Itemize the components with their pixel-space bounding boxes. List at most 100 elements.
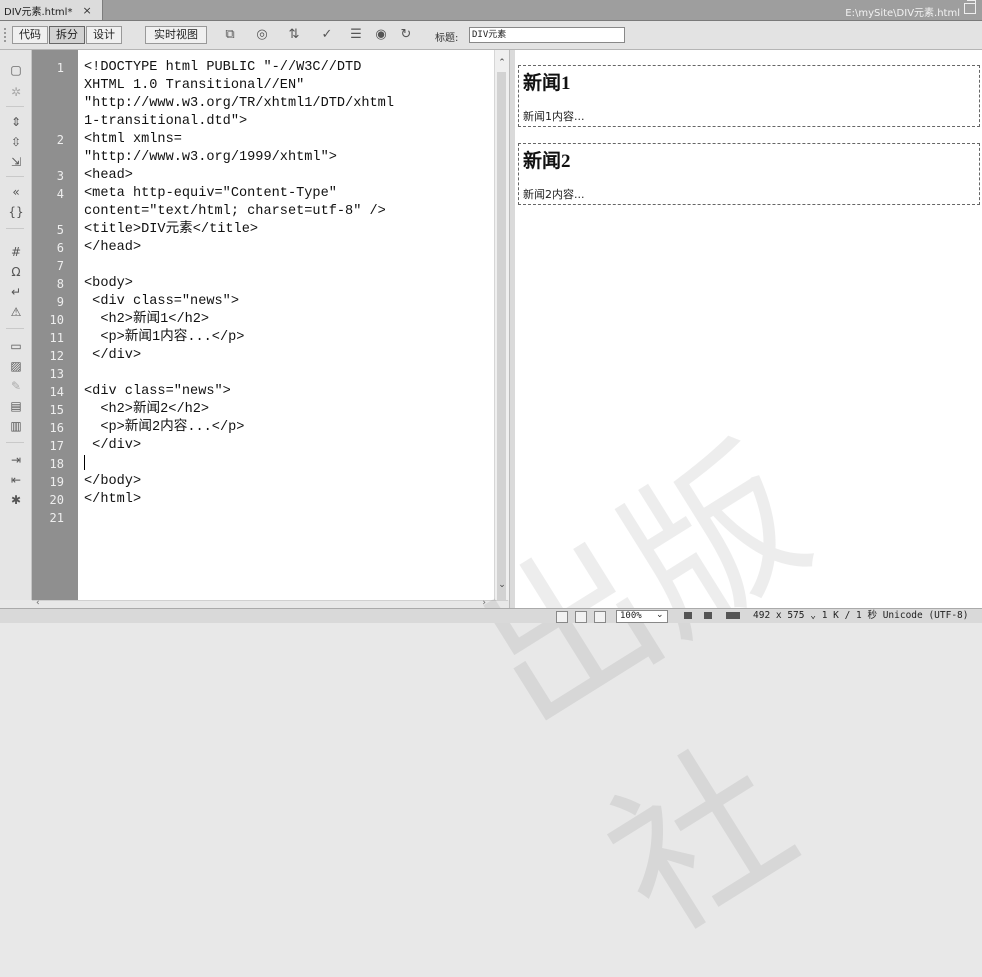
- code-line[interactable]: </div>: [84, 437, 394, 455]
- title-label: 标题:: [435, 33, 459, 44]
- syntax-error-alerts-icon[interactable]: ⚠: [8, 304, 24, 320]
- code-line[interactable]: </div>: [84, 347, 394, 365]
- balance-braces-icon[interactable]: {}: [8, 204, 24, 220]
- select-tool-icon[interactable]: [556, 611, 568, 623]
- code-line[interactable]: 1-transitional.dtd">: [84, 113, 394, 131]
- line-number: 19: [49, 475, 64, 489]
- code-line[interactable]: [84, 455, 394, 473]
- line-number: 9: [56, 295, 64, 309]
- document-toolbar: 代码 拆分 设计 实时视图 ⧉ ◎ ⇅ ✓ ☰ ◉ ↻ 标题: DIV元素: [0, 21, 982, 50]
- scroll-thumb[interactable]: [497, 72, 506, 617]
- code-line[interactable]: [84, 509, 394, 527]
- code-line[interactable]: <head>: [84, 167, 394, 185]
- zoom-tool-icon[interactable]: [594, 611, 606, 623]
- code-line[interactable]: "http://www.w3.org/TR/xhtml1/DTD/xhtml: [84, 95, 394, 113]
- indent-code-icon[interactable]: ⇥: [8, 452, 24, 468]
- live-view-button[interactable]: 实时视图: [145, 26, 207, 44]
- code-line[interactable]: <html xmlns=: [84, 131, 394, 149]
- code-line[interactable]: <!DOCTYPE html PUBLIC "-//W3C//DTD: [84, 59, 394, 77]
- window-size-chevron-icon[interactable]: ⌄: [810, 610, 816, 621]
- close-tab-icon[interactable]: ×: [82, 4, 91, 17]
- desktop-size-icon[interactable]: [726, 612, 740, 619]
- split-view-button[interactable]: 拆分: [49, 26, 85, 44]
- line-number: 11: [49, 331, 64, 345]
- show-code-navigator-icon[interactable]: ✲: [8, 84, 24, 100]
- line-number: 13: [49, 367, 64, 381]
- collapse-selection-icon[interactable]: ⇳: [8, 134, 24, 150]
- window-size[interactable]: 492 x 575: [753, 610, 804, 621]
- toolbar-divider: [6, 442, 24, 443]
- line-numbers: 1 2 3 4 5 6 7 8 9 10 11 12 13 14 15 16 17 18 19 20 21: [32, 59, 64, 527]
- wrap-tag-icon[interactable]: ✎: [8, 378, 24, 394]
- code-line[interactable]: <title>DIV元素</title>: [84, 221, 394, 239]
- remove-comment-icon[interactable]: ▨: [8, 358, 24, 374]
- code-line[interactable]: "http://www.w3.org/1999/xhtml">: [84, 149, 394, 167]
- news-div-2[interactable]: 新闻2 新闻2内容...: [518, 143, 980, 205]
- scroll-left-icon[interactable]: ‹: [36, 598, 40, 608]
- design-view-button[interactable]: 设计: [86, 26, 122, 44]
- mobile-size-icon[interactable]: [684, 612, 692, 619]
- refresh-icon[interactable]: ↻: [397, 27, 415, 42]
- collapse-tag-icon[interactable]: ⇕: [8, 114, 24, 130]
- scroll-up-icon[interactable]: ⌃: [495, 58, 509, 68]
- code-line[interactable]: content="text/html; charset=utf-8" />: [84, 203, 394, 221]
- move-css-icon[interactable]: ▥: [8, 418, 24, 434]
- coding-toolbar: ▢ ✲ ⇕ ⇳ ⇲ « {} # Ω ↵ ⚠ ▭ ▨ ✎ ▤ ▥ ⇥ ⇤ ✱: [0, 50, 32, 600]
- code-line[interactable]: <h2>新闻2</h2>: [84, 401, 394, 419]
- visual-aids-icon[interactable]: ◉: [372, 27, 390, 42]
- document-tab-name: DIV元素.html*: [4, 6, 73, 18]
- code-line[interactable]: [84, 257, 394, 275]
- code-text[interactable]: <!DOCTYPE html PUBLIC "-//W3C//DTD XHTML …: [84, 59, 394, 527]
- word-wrap-icon[interactable]: ↵: [8, 284, 24, 300]
- design-view[interactable]: [515, 50, 982, 608]
- code-vertical-scrollbar[interactable]: ⌃ ⌄: [494, 50, 509, 617]
- news-body-1: 新闻1内容...: [523, 110, 585, 123]
- toolbar-grip[interactable]: [4, 28, 9, 42]
- document-tab[interactable]: DIV元素.html* ×: [0, 0, 103, 20]
- tablet-size-icon[interactable]: [704, 612, 712, 619]
- code-line[interactable]: </html>: [84, 491, 394, 509]
- code-line[interactable]: [84, 365, 394, 383]
- code-view-button[interactable]: 代码: [12, 26, 48, 44]
- news-div-1[interactable]: 新闻1 新闻1内容...: [518, 65, 980, 127]
- code-line[interactable]: XHTML 1.0 Transitional//EN": [84, 77, 394, 95]
- highlight-invalid-code-icon[interactable]: Ω: [8, 264, 24, 280]
- file-management-icon[interactable]: ⇅: [285, 27, 303, 42]
- text-cursor: [84, 455, 85, 470]
- line-number: 15: [49, 403, 64, 417]
- code-line[interactable]: <p>新闻2内容...</p>: [84, 419, 394, 437]
- zoom-level: 100%: [620, 611, 642, 621]
- code-line[interactable]: </body>: [84, 473, 394, 491]
- code-line[interactable]: </head>: [84, 239, 394, 257]
- scroll-down-icon[interactable]: ⌄: [495, 580, 509, 590]
- validate-markup-icon[interactable]: ✓: [318, 27, 336, 42]
- restore-window-icon[interactable]: [964, 0, 976, 14]
- code-line[interactable]: <div class="news">: [84, 383, 394, 401]
- code-line[interactable]: <h2>新闻1</h2>: [84, 311, 394, 329]
- code-line[interactable]: <div class="news">: [84, 293, 394, 311]
- format-source-icon[interactable]: ✱: [8, 492, 24, 508]
- code-line[interactable]: <p>新闻1内容...</p>: [84, 329, 394, 347]
- scroll-right-icon[interactable]: ›: [482, 598, 486, 608]
- hand-tool-icon[interactable]: [575, 611, 587, 623]
- code-line[interactable]: <meta http-equiv="Content-Type": [84, 185, 394, 203]
- apply-comment-icon[interactable]: ▭: [8, 338, 24, 354]
- line-number: 1: [56, 61, 64, 75]
- line-numbers-icon[interactable]: #: [8, 244, 24, 260]
- check-compatibility-icon[interactable]: ☰: [347, 27, 365, 42]
- line-number: [32, 95, 64, 113]
- line-number: 10: [49, 313, 64, 327]
- open-documents-icon[interactable]: ▢: [8, 62, 24, 78]
- multiscreen-icon[interactable]: ⧉: [221, 27, 239, 42]
- toolbar-divider: [6, 228, 24, 229]
- outdent-code-icon[interactable]: ⇤: [8, 472, 24, 488]
- preview-browser-icon[interactable]: ◎: [253, 27, 271, 42]
- select-parent-tag-icon[interactable]: «: [8, 184, 24, 200]
- line-number: [32, 203, 64, 221]
- expand-all-icon[interactable]: ⇲: [8, 154, 24, 170]
- code-line[interactable]: <body>: [84, 275, 394, 293]
- file-path: E:\mySite\DIV元素.html: [845, 8, 960, 19]
- title-input[interactable]: DIV元素: [469, 27, 625, 43]
- recent-snippets-icon[interactable]: ▤: [8, 398, 24, 414]
- chevron-down-icon[interactable]: ⌄: [656, 610, 664, 620]
